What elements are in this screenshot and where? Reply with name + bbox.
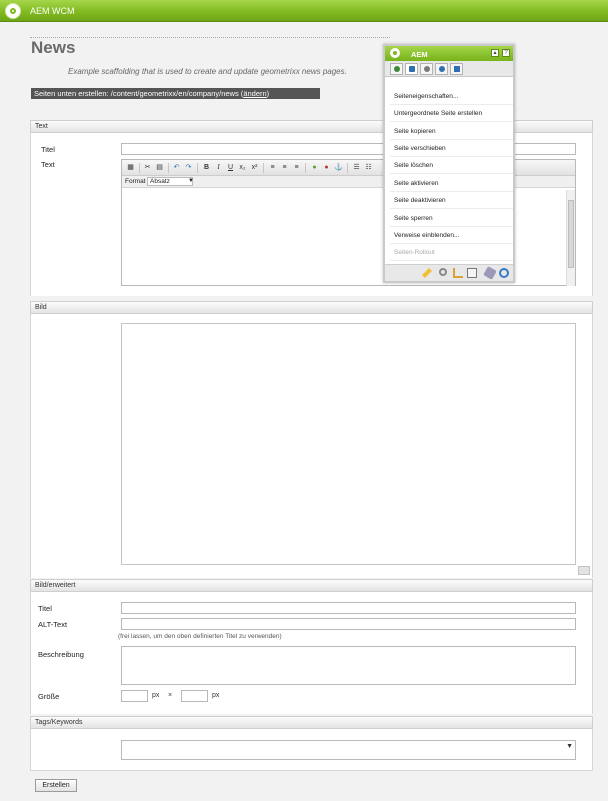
- sidekick-header[interactable]: AEM ▴ ?: [385, 46, 513, 61]
- workflow-icon: [454, 66, 460, 72]
- unlink-icon[interactable]: ●: [322, 163, 331, 172]
- align-center-icon[interactable]: ≡: [280, 163, 289, 172]
- design-icon[interactable]: [453, 268, 463, 278]
- clock-icon: [439, 66, 445, 72]
- scrollbar-thumb[interactable]: [568, 200, 574, 268]
- toolbar-separator: [197, 163, 198, 173]
- sidekick-item-activate-page[interactable]: Seite aktivieren: [390, 175, 513, 192]
- chevron-down-icon[interactable]: ▼: [566, 743, 573, 750]
- bold-icon[interactable]: B: [202, 163, 211, 172]
- create-button[interactable]: Erstellen: [35, 779, 77, 792]
- tab-page[interactable]: [405, 63, 418, 75]
- sidekick-item-show-references[interactable]: Verweise einblenden...: [390, 227, 513, 244]
- width-input[interactable]: [121, 690, 148, 702]
- tab-components[interactable]: [390, 63, 403, 75]
- bullet-list-icon[interactable]: ☰: [352, 163, 361, 172]
- create-below-label: Seiten unten erstellen:: [34, 89, 109, 98]
- collapse-icon[interactable]: ▴: [491, 49, 499, 57]
- sidekick-panel[interactable]: AEM ▴ ? Seiteneigenschaften... Untergeor…: [383, 44, 515, 283]
- create-below-path: /content/geometrixx/en/company/news: [110, 89, 239, 98]
- sidekick-footer: [385, 264, 513, 281]
- section-header-image[interactable]: Bild: [30, 301, 593, 314]
- width-unit: px: [152, 692, 160, 699]
- sidekick-item-delete-page[interactable]: Seite löschen: [390, 157, 513, 174]
- image-dropzone[interactable]: [121, 323, 576, 565]
- tab-info[interactable]: [420, 63, 433, 75]
- preview-magnifier-icon[interactable]: [439, 268, 447, 276]
- aem-logo-icon[interactable]: [5, 3, 21, 19]
- format-label: Format: [125, 178, 146, 185]
- image-title-label: Titel: [38, 604, 52, 613]
- link-icon[interactable]: ●: [310, 163, 319, 172]
- edit-pencil-icon[interactable]: [422, 268, 432, 278]
- sidekick-item-deactivate-page[interactable]: Seite deaktivieren: [390, 192, 513, 209]
- sidekick-item-rollout-page: Seiten-Rollout: [390, 244, 513, 261]
- chevron-down-icon[interactable]: ▼: [188, 178, 194, 184]
- format-select[interactable]: Absatz: [147, 177, 193, 186]
- rte-scrollbar[interactable]: [566, 190, 575, 286]
- redo-icon[interactable]: ↷: [184, 163, 193, 172]
- title-label: Titel: [41, 145, 55, 154]
- toolbar-separator: [168, 163, 169, 173]
- height-unit: px: [212, 692, 220, 699]
- sidekick-item-create-child-page[interactable]: Untergeordnete Seite erstellen: [390, 105, 513, 122]
- source-edit-icon[interactable]: ▦: [126, 163, 135, 172]
- help-icon[interactable]: ?: [502, 49, 510, 57]
- tags-input[interactable]: ▼: [121, 740, 576, 760]
- italic-icon[interactable]: I: [214, 163, 223, 172]
- title-divider: [30, 37, 390, 38]
- section-header-image-advanced[interactable]: Bild/erweitert: [30, 579, 593, 592]
- numbered-list-icon[interactable]: ☷: [364, 163, 373, 172]
- app-title: AEM WCM: [30, 6, 75, 16]
- page-title: News: [31, 38, 76, 57]
- subscript-icon[interactable]: x₂: [238, 163, 247, 172]
- top-bar: AEM WCM: [0, 0, 608, 22]
- cut-icon[interactable]: ✂: [143, 163, 152, 172]
- section-header-tags[interactable]: Tags/Keywords: [30, 716, 593, 729]
- aem-logo-icon: [390, 48, 400, 58]
- underline-icon[interactable]: U: [226, 163, 235, 172]
- align-right-icon[interactable]: ≡: [292, 163, 301, 172]
- sidekick-item-copy-page[interactable]: Seite kopieren: [390, 123, 513, 140]
- description-textarea[interactable]: [121, 646, 576, 685]
- size-label: Größe: [38, 692, 60, 701]
- page-subtitle: Example scaffolding that is used to crea…: [68, 67, 347, 76]
- paste-icon[interactable]: ▤: [155, 163, 164, 172]
- tab-versioning[interactable]: [435, 63, 448, 75]
- undo-icon[interactable]: ↶: [172, 163, 181, 172]
- sidekick-item-move-page[interactable]: Seite verschieben: [390, 140, 513, 157]
- alt-text-input[interactable]: [121, 618, 576, 630]
- text-label: Text: [41, 160, 55, 169]
- image-title-input[interactable]: [121, 602, 576, 614]
- change-path-link[interactable]: ändern: [243, 89, 266, 98]
- sidekick-title: AEM: [411, 50, 428, 59]
- align-left-icon[interactable]: ≡: [268, 163, 277, 172]
- sidekick-item-page-properties[interactable]: Seiteneigenschaften...: [390, 88, 513, 105]
- sidekick-tabs: [385, 61, 513, 77]
- alt-text-label: ALT-Text: [38, 620, 68, 629]
- description-label: Beschreibung: [38, 650, 84, 659]
- scaffolding-icon[interactable]: [467, 268, 477, 278]
- toolbar-separator: [347, 163, 348, 173]
- anchor-icon[interactable]: ⚓: [334, 163, 343, 172]
- create-below-bar: Seiten unten erstellen: /content/geometr…: [31, 88, 320, 99]
- tab-workflow[interactable]: [450, 63, 463, 75]
- toolbar-separator: [305, 163, 306, 173]
- alt-text-hint: (frei lassen, um den oben definierten Ti…: [118, 633, 282, 640]
- page-icon: [409, 66, 415, 72]
- toolbar-separator: [139, 163, 140, 173]
- superscript-icon[interactable]: x²: [250, 163, 259, 172]
- image-edit-icon[interactable]: [578, 566, 590, 575]
- toolbar-separator: [263, 163, 264, 173]
- times-sign: ×: [168, 692, 173, 699]
- refresh-icon[interactable]: [499, 268, 509, 278]
- components-icon: [394, 66, 400, 72]
- clear-cache-icon[interactable]: [483, 266, 497, 280]
- info-icon: [424, 66, 430, 72]
- sidekick-item-lock-page[interactable]: Seite sperren: [390, 210, 513, 227]
- height-input[interactable]: [181, 690, 208, 702]
